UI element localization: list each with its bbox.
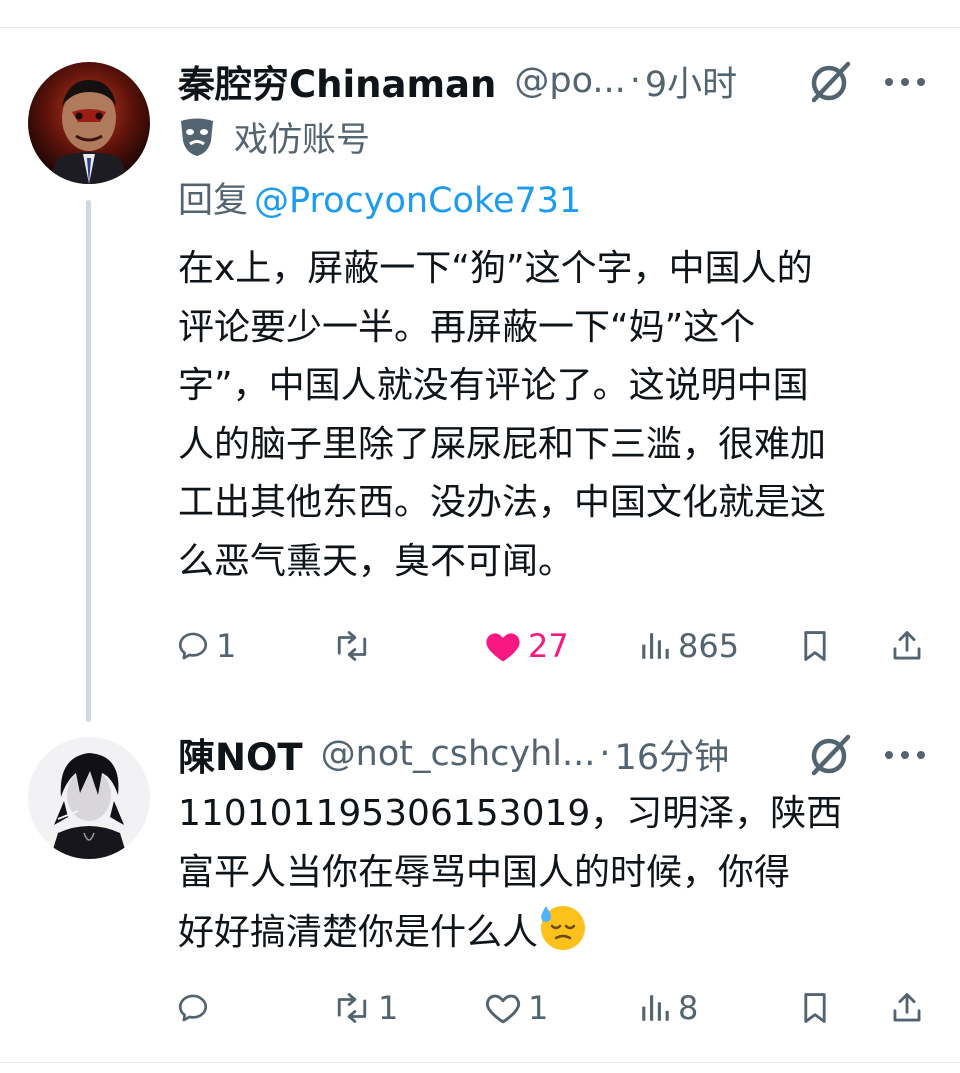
- share-button[interactable]: [890, 983, 924, 1033]
- reply-to-handle[interactable]: @ProcyonCoke731: [254, 181, 581, 221]
- tweet-text: 110101195306153019，习明泽，陕西 富平人当你在辱骂中国人的时候…: [178, 785, 938, 963]
- views-button[interactable]: 865: [638, 621, 739, 671]
- share-button[interactable]: [890, 621, 924, 671]
- tweet-text-line: 富平人当你在辱骂中国人的时候，你得: [178, 851, 791, 893]
- top-divider: [0, 27, 960, 28]
- repost-icon: [337, 631, 367, 661]
- grok-icon[interactable]: [806, 58, 854, 106]
- more-options-icon[interactable]: [882, 745, 928, 765]
- view-count: 865: [678, 627, 740, 665]
- parody-label: 戏仿账号: [234, 120, 370, 160]
- reply-icon: [178, 994, 208, 1022]
- bookmark-icon: [804, 993, 826, 1023]
- reply-icon: [178, 632, 208, 660]
- bookmark-icon: [804, 631, 826, 661]
- tweet-text-line: 110101195306153019，习明泽，陕西: [178, 793, 843, 834]
- avatar[interactable]: [28, 62, 150, 184]
- repost-count: 1: [378, 989, 399, 1027]
- tweet-header: 秦腔穷Chinaman @po... · 9小时: [178, 56, 737, 106]
- tweet-actions: 1 1 8: [172, 983, 932, 1033]
- reply-context: 回复 @ProcyonCoke731: [178, 172, 581, 223]
- bookmark-button[interactable]: [798, 621, 832, 671]
- timestamp[interactable]: 9小时: [645, 56, 737, 107]
- display-name[interactable]: 秦腔穷Chinaman: [178, 54, 496, 108]
- like-count: 1: [528, 989, 549, 1027]
- avatar[interactable]: [28, 737, 150, 859]
- downcast-face-with-sweat-emoji: [541, 906, 586, 950]
- tweet-text: 在x上，屏蔽一下“狗”这个字，中国人的 评论要少一半。再屏蔽一下“妈”这个 字”…: [178, 248, 827, 582]
- reply-prefix: 回复: [178, 181, 249, 221]
- parody-mask-icon: [181, 118, 213, 156]
- reply-count: 1: [216, 627, 237, 665]
- bookmark-button[interactable]: [798, 983, 832, 1033]
- view-count: 8: [678, 989, 699, 1027]
- share-icon: [893, 631, 921, 660]
- display-name[interactable]: 陳NOT: [178, 727, 303, 781]
- like-count: 27: [528, 627, 569, 665]
- share-icon: [893, 993, 921, 1022]
- reply-button[interactable]: [176, 983, 216, 1033]
- tweet-header: 陳NOT @not_cshcyhl... · 16分钟: [178, 729, 729, 779]
- user-handle[interactable]: @not_cshcyhl...: [321, 734, 596, 774]
- reply-button[interactable]: 1: [176, 621, 236, 671]
- grok-icon[interactable]: [806, 731, 854, 779]
- separator: ·: [599, 734, 611, 774]
- analytics-icon: [642, 995, 669, 1021]
- heart-icon: [485, 994, 521, 1024]
- more-options-icon[interactable]: [882, 72, 928, 92]
- repost-button[interactable]: 1: [332, 983, 398, 1033]
- repost-icon: [337, 993, 367, 1023]
- like-button[interactable]: 27: [484, 621, 569, 671]
- tweet-actions: 1 27 865: [172, 621, 932, 671]
- user-handle[interactable]: @po...: [514, 61, 625, 101]
- like-button[interactable]: 1: [484, 983, 548, 1033]
- heart-filled-icon: [486, 633, 520, 662]
- repost-button[interactable]: [332, 621, 378, 671]
- thread-connector-line: [86, 200, 91, 722]
- bottom-divider: [0, 1062, 960, 1063]
- parody-label-row: 戏仿账号: [178, 112, 370, 161]
- tweet-text-line: 好好搞清楚你是什么人: [178, 912, 539, 953]
- analytics-icon: [642, 633, 669, 659]
- timestamp[interactable]: 16分钟: [615, 729, 730, 780]
- separator: ·: [629, 61, 641, 101]
- views-button[interactable]: 8: [638, 983, 698, 1033]
